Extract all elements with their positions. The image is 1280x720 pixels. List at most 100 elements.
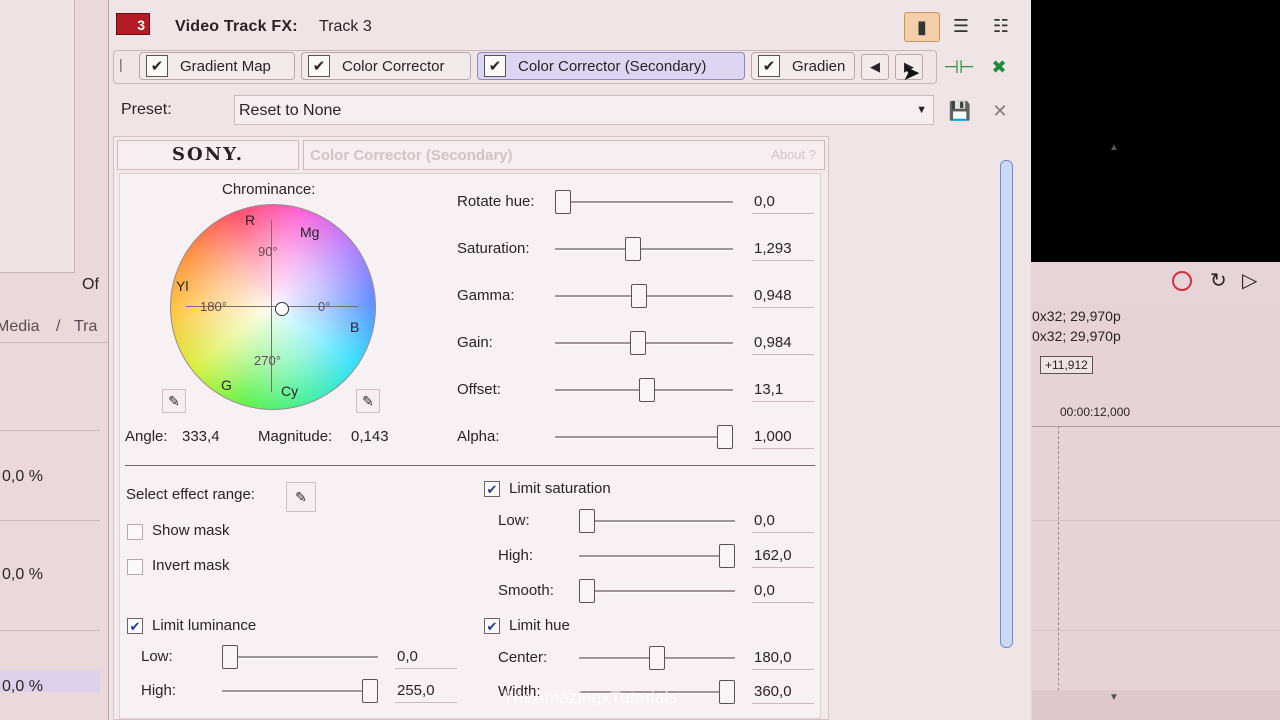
plugin-scrollbar[interactable]: ▲ ▼ bbox=[1104, 136, 1124, 716]
slider-label: High: bbox=[498, 547, 534, 564]
preset-label: Preset: bbox=[121, 101, 172, 118]
slider-value[interactable]: 1,000 bbox=[754, 428, 792, 445]
slider-value[interactable]: 0,948 bbox=[754, 287, 792, 304]
slider-value[interactable]: 360,0 bbox=[754, 683, 792, 700]
wheel-degree-0: 0° bbox=[318, 299, 331, 314]
delete-preset-button[interactable]: ✕ bbox=[987, 98, 1013, 124]
title-bar: 3 Video Track FX: Track 3 ▮ ☰ ☷ bbox=[109, 0, 1031, 50]
timeline-bottom-bar bbox=[1032, 690, 1280, 720]
enabled-checkbox[interactable]: ✔ bbox=[146, 55, 168, 77]
plugin-chain-add-icon[interactable]: ⊣⊢ bbox=[943, 56, 974, 78]
effect-range-eyedropper-icon[interactable]: ✎ bbox=[286, 482, 316, 512]
slider-thumb[interactable] bbox=[555, 190, 571, 214]
background-divider bbox=[0, 630, 100, 631]
save-preset-button[interactable]: 💾 bbox=[947, 98, 973, 124]
slider-label: Rotate hue: bbox=[457, 193, 535, 210]
window-title-label: Video Track FX: bbox=[175, 18, 298, 35]
slider-thumb[interactable] bbox=[362, 679, 378, 703]
slider-value[interactable]: 0,0 bbox=[397, 648, 418, 665]
slider-thumb[interactable] bbox=[629, 331, 646, 355]
slider-value[interactable]: 0,0 bbox=[754, 193, 775, 210]
chain-tab-color-corrector-secondary[interactable]: ✔ Color Corrector (Secondary) bbox=[477, 52, 745, 80]
save-icon: 💾 bbox=[948, 100, 972, 121]
invert-mask-checkbox[interactable] bbox=[127, 559, 143, 575]
about-link[interactable]: About ? bbox=[771, 147, 816, 162]
single-view-button[interactable]: ▮ bbox=[904, 12, 940, 42]
slider-label: Alpha: bbox=[457, 428, 500, 445]
loop-icon[interactable]: ↻ bbox=[1210, 268, 1227, 293]
chain-tab-gradient[interactable]: ✔ Gradien bbox=[751, 52, 855, 80]
slider-value[interactable]: 255,0 bbox=[397, 682, 435, 699]
scrollbar-thumb[interactable] bbox=[1000, 160, 1013, 648]
slider-thumb[interactable] bbox=[717, 425, 733, 449]
magnitude-value[interactable]: 0,143 bbox=[351, 428, 389, 445]
show-mask-checkbox[interactable] bbox=[127, 524, 143, 540]
timeline-track-line bbox=[1032, 520, 1280, 521]
eyedropper-icon[interactable]: ✎ bbox=[162, 389, 186, 413]
grid-view-button[interactable]: ☷ bbox=[984, 12, 1018, 40]
remove-plugin-icon[interactable]: ✖ bbox=[987, 56, 1011, 78]
tab-separator-icon: / bbox=[56, 318, 61, 335]
angle-label: Angle: bbox=[125, 428, 168, 445]
slider-label: Smooth: bbox=[498, 582, 554, 599]
wheel-label-g: G bbox=[221, 377, 232, 393]
single-pane-icon: ▮ bbox=[917, 16, 927, 37]
limit-luminance-checkbox[interactable]: ✔ bbox=[127, 618, 143, 634]
enabled-checkbox[interactable]: ✔ bbox=[758, 55, 780, 77]
limit-saturation-checkbox[interactable]: ✔ bbox=[484, 481, 500, 497]
slider-label: Gamma: bbox=[457, 287, 515, 304]
slider-thumb[interactable] bbox=[631, 284, 648, 308]
record-icon[interactable] bbox=[1172, 271, 1192, 291]
list-view-button[interactable]: ☰ bbox=[944, 12, 978, 40]
slider-thumb[interactable] bbox=[624, 237, 641, 261]
video-preview-area bbox=[1030, 0, 1280, 262]
slider-value[interactable]: 0,984 bbox=[754, 334, 792, 351]
chain-tab-color-corrector[interactable]: ✔ Color Corrector bbox=[301, 52, 471, 80]
chain-scroll-left-button[interactable]: ◀ bbox=[861, 54, 889, 80]
slider-label: Gain: bbox=[457, 334, 493, 351]
angle-value[interactable]: 333,4 bbox=[182, 428, 220, 445]
wheel-handle[interactable] bbox=[275, 302, 289, 316]
slider-thumb[interactable] bbox=[579, 579, 595, 603]
slider-value[interactable]: 13,1 bbox=[754, 381, 783, 398]
slider-value[interactable]: 180,0 bbox=[754, 649, 792, 666]
timeline-cursor[interactable] bbox=[1058, 426, 1059, 716]
track-badge: 3 bbox=[116, 13, 150, 35]
slider-value[interactable]: 0,0 bbox=[754, 582, 775, 599]
slider-track[interactable] bbox=[222, 690, 378, 693]
eyedropper-icon[interactable]: ✎ bbox=[356, 389, 380, 413]
background-tab-tra[interactable]: Tra bbox=[74, 318, 97, 336]
slider-thumb[interactable] bbox=[719, 544, 735, 568]
slider-thumb[interactable] bbox=[719, 680, 735, 704]
slider-label: Center: bbox=[498, 649, 548, 666]
slider-track[interactable] bbox=[579, 555, 735, 558]
wheel-degree-270: 270° bbox=[254, 353, 281, 368]
slider-track[interactable] bbox=[579, 520, 735, 523]
slider-track[interactable] bbox=[555, 201, 733, 204]
slider-thumb[interactable] bbox=[639, 378, 656, 402]
chevron-down-icon: ▼ bbox=[916, 104, 927, 116]
limit-hue-checkbox[interactable]: ✔ bbox=[484, 618, 500, 634]
slider-thumb[interactable] bbox=[579, 509, 595, 533]
background-tab-media[interactable]: Media bbox=[0, 318, 40, 336]
slider-value[interactable]: 0,0 bbox=[754, 512, 775, 529]
scroll-down-icon[interactable]: ▼ bbox=[1109, 692, 1119, 703]
slider-label: Low: bbox=[141, 648, 173, 665]
slider-label: High: bbox=[141, 682, 177, 699]
play-icon[interactable]: ▷ bbox=[1242, 268, 1257, 293]
preview-toolbar: ↻ ▷ bbox=[1030, 262, 1280, 304]
slider-track[interactable] bbox=[579, 590, 735, 593]
scroll-up-icon[interactable]: ▲ bbox=[1109, 142, 1119, 153]
slider-track[interactable] bbox=[555, 436, 733, 439]
slider-track[interactable] bbox=[555, 248, 733, 251]
enabled-checkbox[interactable]: ✔ bbox=[484, 55, 506, 77]
enabled-checkbox[interactable]: ✔ bbox=[308, 55, 330, 77]
preset-dropdown[interactable]: Reset to None ▼ bbox=[234, 95, 934, 125]
slider-thumb[interactable] bbox=[222, 645, 238, 669]
chain-tab-gradient-map[interactable]: ✔ Gradient Map bbox=[139, 52, 295, 80]
slider-value[interactable]: 162,0 bbox=[754, 547, 792, 564]
slider-track[interactable] bbox=[222, 656, 378, 659]
slider-thumb[interactable] bbox=[649, 646, 665, 670]
slider-value[interactable]: 1,293 bbox=[754, 240, 792, 257]
sony-logo: SONY. bbox=[117, 140, 299, 170]
